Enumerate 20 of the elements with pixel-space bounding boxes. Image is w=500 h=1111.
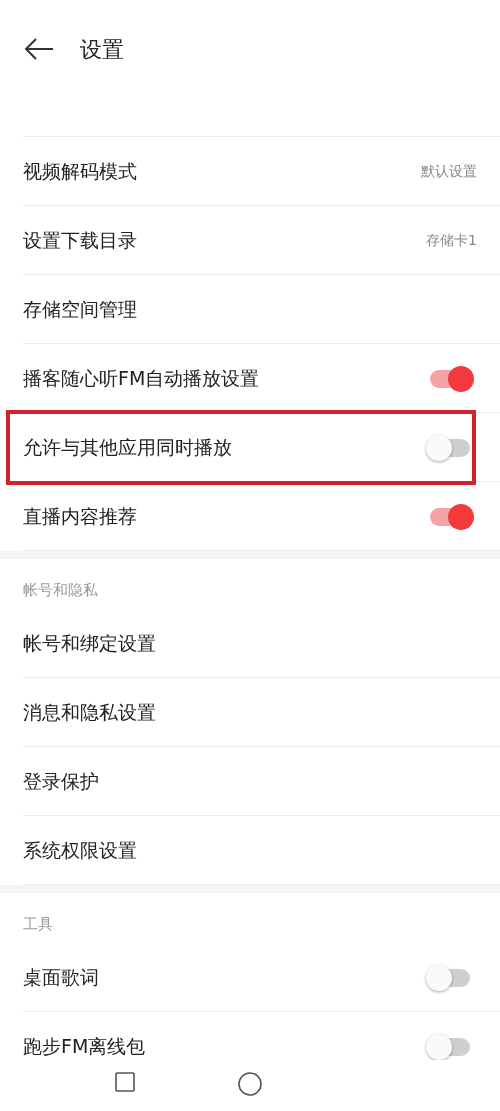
row-label[interactable]: 登录保护 bbox=[23, 768, 474, 795]
back-icon[interactable] bbox=[24, 38, 54, 60]
row-label[interactable]: 允许与其他应用同时播放 bbox=[23, 434, 426, 461]
row-label[interactable]: 桌面歌词 bbox=[23, 964, 426, 991]
row-label[interactable]: 直播内容推荐 bbox=[23, 503, 426, 530]
recent-apps-icon[interactable] bbox=[115, 1072, 135, 1092]
row-value: 存储卡1 bbox=[426, 231, 477, 250]
section-header: 帐号和隐私 bbox=[23, 580, 98, 600]
page-title: 设置 bbox=[80, 36, 124, 64]
home-icon[interactable] bbox=[238, 1072, 262, 1096]
section-header: 工具 bbox=[23, 914, 53, 934]
row-label[interactable]: 设置下载目录 bbox=[23, 227, 427, 254]
row-value: 默认设置 bbox=[421, 162, 477, 181]
row-label[interactable]: 系统权限设置 bbox=[23, 837, 474, 864]
row-label[interactable]: 帐号和绑定设置 bbox=[23, 630, 474, 657]
row-label[interactable]: 存储空间管理 bbox=[23, 296, 474, 323]
row-label[interactable]: 视频解码模式 bbox=[23, 158, 421, 185]
row-label[interactable]: 消息和隐私设置 bbox=[23, 699, 474, 726]
row-label[interactable]: 播客随心听FM自动播放设置 bbox=[23, 365, 426, 392]
row-label[interactable]: 跑步FM离线包 bbox=[23, 1033, 426, 1060]
